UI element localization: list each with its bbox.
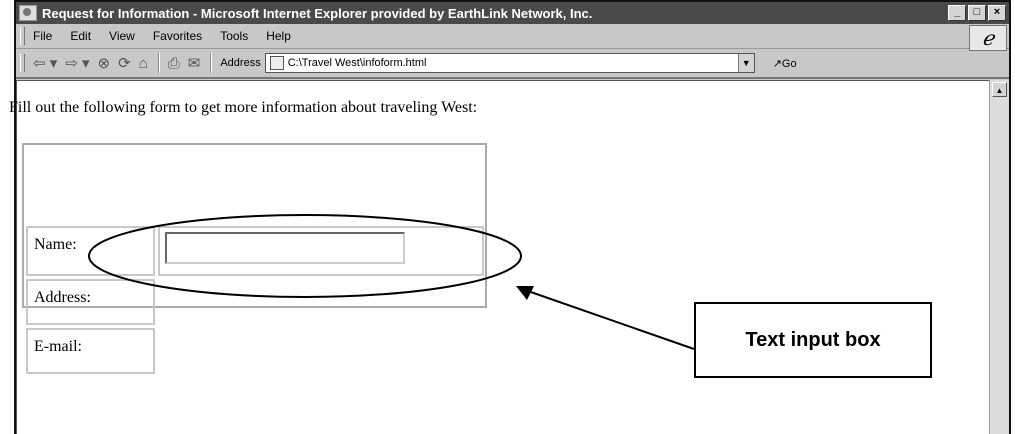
highlight-ellipse — [88, 214, 522, 298]
callout-arrow-line — [524, 289, 695, 350]
callout-box: Text input box — [694, 302, 932, 378]
